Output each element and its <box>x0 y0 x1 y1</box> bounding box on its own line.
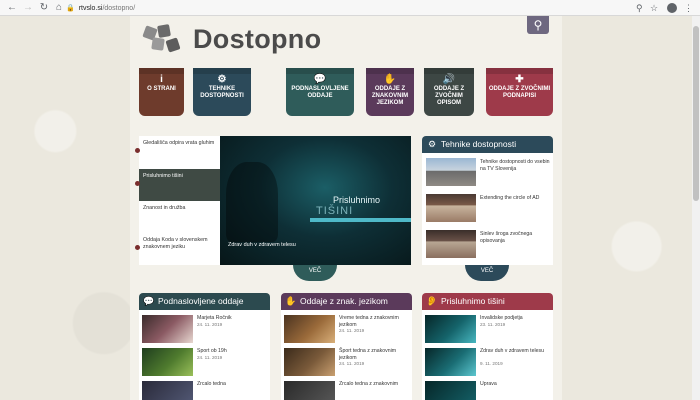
scrollbar[interactable] <box>692 16 700 400</box>
bullet-icon <box>135 181 140 186</box>
panel-item[interactable]: Invalidske podjetja 23. 11. 2019 <box>425 313 551 345</box>
featured-brand-line1: Prisluhnimo <box>333 195 381 205</box>
accessibility-zoom-icon[interactable]: ⚲ <box>527 16 549 34</box>
menu-icon[interactable]: ⋮ <box>684 2 693 14</box>
lock-icon: 🔒 <box>66 5 75 12</box>
browser-toolbar: ← → ↻ ⌂ 🔒 rtvslo.si/dostopno/ ⚲ ☆ ⋮ <box>0 0 700 16</box>
panel-thumb <box>284 381 335 400</box>
speech-bubble-icon: 💬 <box>143 296 155 306</box>
forward-icon[interactable]: → <box>22 2 34 14</box>
site-title[interactable]: Dostopno <box>193 24 321 55</box>
panel-item[interactable]: Zdrav duh v zdravem telesu 9. 11. 2019 <box>425 346 551 378</box>
panel-thumb <box>425 348 476 376</box>
tech-thumb <box>426 158 476 186</box>
tech-panel-header[interactable]: ⚙ Tehnike dostopnosti <box>422 136 553 153</box>
tile-label: ODDAJE Z ZVOČNIM OPISOM <box>433 86 465 106</box>
panel-thumb <box>142 381 193 400</box>
panel-item-date: 23. 11. 2019 <box>480 322 506 327</box>
bullet-icon <box>135 245 140 250</box>
tile-label: ODDAJE Z ZNAKOVNIM JEZIKOM <box>371 86 409 106</box>
gear-icon: ⚙ <box>427 139 437 149</box>
panel-item-date: 9. 11. 2019 <box>480 361 503 366</box>
panel-item-date: 24. 11. 2019 <box>339 361 365 366</box>
panel-list: Vreme tedna z znakovnim jezikom 24. 11. 2… <box>281 310 412 400</box>
category-tile-5[interactable]: 🔊 ODDAJE Z ZVOČNIM OPISOM <box>424 68 474 116</box>
featured-accent-bar <box>310 218 411 222</box>
panel-item[interactable]: Uprava <box>425 379 551 400</box>
panel-header[interactable]: ✋ Oddaje z znak. jezikom <box>281 293 412 310</box>
panel-thumb <box>142 315 193 343</box>
star-icon[interactable]: ☆ <box>650 2 658 14</box>
sign-language-icon: ✋ <box>285 296 297 306</box>
featured-item-active[interactable]: Prisluhnimo tišini <box>135 169 220 201</box>
tech-thumb <box>426 194 476 222</box>
panel-item-title: Zrcalo tedna z znakovnim <box>339 381 399 387</box>
panel-item-title: Šport tedna z znakovnim jezikom <box>339 348 397 361</box>
panel-item-date: 24. 11. 2019 <box>197 355 223 360</box>
panel-item-title: Zrcalo tedna <box>197 381 226 387</box>
panel-thumb <box>425 315 476 343</box>
tech-panel: Tehnike dostopnosti do vsebin na TV Slov… <box>422 153 553 265</box>
panel-item-title: Uprava <box>480 381 497 387</box>
tile-label: ODDAJE Z ZVOČNIMI PODNAPISI <box>488 86 551 99</box>
reload-icon[interactable]: ↻ <box>38 2 50 14</box>
tech-item[interactable]: Sinlev šroga zvočnega opisovanja <box>426 228 551 260</box>
category-tile-2[interactable]: ⚙ TEHNIKE DOSTOPNOSTI <box>193 68 251 116</box>
panel-item-title: Vreme tedna z znakovnim jezikom <box>339 315 399 328</box>
panel-header[interactable]: 💬 Podnaslovljene oddaje <box>139 293 270 310</box>
panel-list: Marjeta Ročnik 24. 11. 2019 Sport ob 19h 24… <box>139 310 270 400</box>
panel-list: Invalidske podjetja 23. 11. 2019 Zdrav duh… <box>422 310 553 400</box>
url-path: /dostopno/ <box>102 4 136 12</box>
featured-item[interactable]: Gledališča odpira vrata gluhim <box>135 136 220 169</box>
featured-list: Gledališča odpira vrata gluhim Prisluhni… <box>135 136 220 265</box>
panel-item[interactable]: Zrcalo tedna z znakovnim <box>284 379 410 400</box>
panel-header[interactable]: 👂 Prisluhnimo tišini <box>422 293 553 310</box>
featured-item[interactable]: Oddaja Koda v slovenskem znakovnem jezik… <box>135 233 220 265</box>
featured-brand-line2: TIŠINI <box>316 205 354 217</box>
featured-caption: Zdrav duh v zdravem telesu <box>228 242 296 248</box>
category-tile-4[interactable]: ✋ ODDAJE Z ZNAKOVNIM JEZIKOM <box>366 68 414 116</box>
panel-item[interactable]: Zrcalo tedna <box>142 379 268 400</box>
silhouette-graphic <box>226 162 278 242</box>
profile-avatar[interactable] <box>667 3 677 13</box>
panel-item-title: Zdrav duh v zdravem telesu <box>480 348 545 354</box>
tile-label: PODNASLOVLJENE ODDAJE <box>291 86 349 99</box>
search-icon[interactable]: ⚲ <box>636 2 643 14</box>
back-icon[interactable]: ← <box>6 2 18 14</box>
panel-thumb <box>142 348 193 376</box>
panel-thumb <box>425 381 476 400</box>
panel-item-date: 24. 11. 2019 <box>339 328 365 333</box>
panel-thumb <box>284 348 335 376</box>
featured-image[interactable]: Prisluhnimo TIŠINI Zdrav duh v zdravem t… <box>220 136 411 265</box>
panel-thumb <box>284 315 335 343</box>
home-icon[interactable]: ⌂ <box>53 2 65 14</box>
scrollbar-thumb[interactable] <box>693 26 699 201</box>
panel-item[interactable]: Marjeta Ročnik 24. 11. 2019 <box>142 313 268 345</box>
tile-label: TEHNIKE DOSTOPNOSTI <box>200 86 244 99</box>
url-domain: rtvslo.si <box>78 4 103 12</box>
category-tile-1[interactable]: iO STRANI <box>139 68 184 116</box>
tech-item[interactable]: Tehnike dostopnosti do vsebin na TV Slov… <box>426 156 551 188</box>
panel-item[interactable]: Sport ob 19h 24. 11. 2019 <box>142 346 268 378</box>
ear-icon: 👂 <box>426 296 438 306</box>
panel-item[interactable]: Vreme tedna z znakovnim jezikom 24. 11. 2… <box>284 313 410 345</box>
panel-item-title: Marjeta Ročnik <box>197 315 232 321</box>
tech-item[interactable]: Extending the circle of AD <box>426 192 551 224</box>
category-tile-6[interactable]: ✚ ODDAJE Z ZVOČNIMI PODNAPISI <box>486 68 553 116</box>
category-tile-3[interactable]: 💬 PODNASLOVLJENE ODDAJE <box>286 68 354 116</box>
featured-item[interactable]: Znanost in družba <box>139 201 220 233</box>
address-bar[interactable]: 🔒 rtvslo.si/dostopno/ <box>66 2 666 14</box>
tech-thumb <box>426 230 476 258</box>
panel-item-title: Invalidske podjetja <box>480 315 523 321</box>
bullet-icon <box>135 148 140 153</box>
dostopno-logo-icon[interactable] <box>142 24 186 54</box>
panel-item[interactable]: Šport tedna z znakovnim jezikom 24. 11. 2… <box>284 346 410 378</box>
panel-item-date: 24. 11. 2019 <box>197 322 223 327</box>
tile-label: O STRANI <box>147 86 176 92</box>
panel-item-title: Sport ob 19h <box>197 348 227 354</box>
